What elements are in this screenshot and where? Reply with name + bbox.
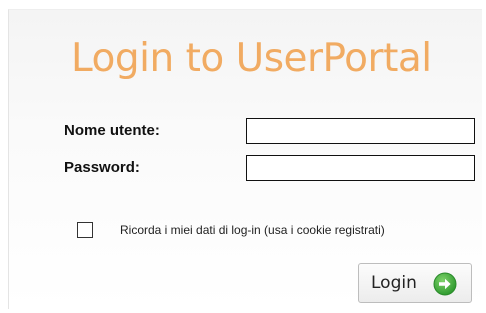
page-title: Login to UserPortal: [71, 36, 432, 81]
password-label: Password:: [64, 159, 140, 176]
arrow-right-circle-icon: [433, 272, 457, 296]
remember-me-checkbox[interactable]: [77, 222, 93, 238]
username-field[interactable]: [246, 118, 475, 144]
login-button-label: Login: [371, 273, 417, 293]
password-field[interactable]: [246, 155, 475, 181]
remember-me-label[interactable]: Ricorda i miei dati di log-in (usa i coo…: [120, 223, 385, 237]
username-label: Nome utente:: [64, 122, 160, 139]
login-button[interactable]: Login: [358, 263, 472, 303]
